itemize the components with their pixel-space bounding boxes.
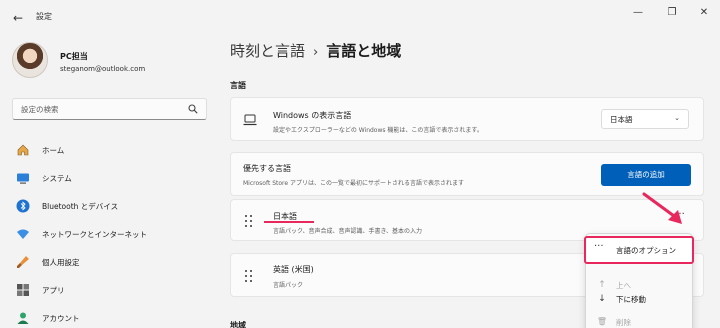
annotation-underline	[264, 221, 314, 223]
preferred-languages-title: 優先する言語	[243, 164, 291, 173]
sidebar-item-bluetooth[interactable]: Bluetooth とデバイス	[14, 197, 214, 217]
display-language-dropdown[interactable]: 日本語 ⌄	[601, 109, 689, 129]
apps-icon	[17, 284, 29, 296]
section-heading-region: 地域	[230, 321, 246, 328]
home-icon	[17, 144, 29, 156]
add-language-button[interactable]: 言語の追加	[601, 164, 691, 186]
sidebar-item-personalization[interactable]: 個人用設定	[14, 253, 214, 273]
app-title: 設定	[36, 12, 52, 21]
drag-handle-icon[interactable]	[245, 270, 253, 282]
arrow-down-icon: ↓	[598, 294, 606, 304]
search-placeholder: 設定の検索	[21, 105, 59, 114]
display-language-title: Windows の表示言語	[273, 111, 352, 120]
monitor-icon	[17, 173, 29, 184]
search-input[interactable]: 設定の検索	[12, 98, 207, 120]
preferred-languages-subtitle: Microsoft Store アプリは、この一覧で最初にサポートされる言語で表…	[243, 180, 464, 187]
profile-name: PC担当	[60, 52, 88, 61]
breadcrumb-separator: ›	[313, 45, 319, 60]
wifi-icon	[17, 229, 29, 239]
dropdown-value: 日本語	[610, 115, 633, 124]
annotation-arrow-icon	[642, 192, 682, 224]
menu-item-move-down[interactable]: ↓ 下に移動	[586, 288, 692, 310]
sidebar-item-label: システム	[42, 174, 72, 183]
title-bar: ← 設定 — ❐ ✕	[0, 0, 720, 36]
menu-item-label: 下に移動	[616, 295, 646, 304]
profile-email: steganom@outlook.com	[60, 65, 146, 73]
sidebar-item-label: Bluetooth とデバイス	[42, 202, 119, 211]
menu-item-label: 削除	[616, 318, 631, 327]
sidebar-item-label: ホーム	[42, 146, 65, 155]
sidebar-item-label: アプリ	[42, 286, 65, 295]
language-features: 言語パック	[273, 282, 304, 289]
brush-icon	[17, 256, 29, 268]
preferred-languages-card: 優先する言語 Microsoft Store アプリは、この一覧で最初にサポート…	[230, 152, 704, 196]
menu-item-language-options[interactable]: ··· 言語のオプション	[584, 236, 694, 264]
language-features: 言語パック、音声合成、音声認識、手書き、基本の入力	[273, 228, 423, 235]
maximize-button[interactable]: ❐	[662, 6, 682, 20]
display-language-card: Windows の表示言語 設定やエクスプローラーなどの Windows 機能は…	[230, 97, 704, 141]
display-language-subtitle: 設定やエクスプローラーなどの Windows 機能は、この言語で表示されます。	[273, 127, 483, 134]
search-icon	[188, 104, 198, 114]
avatar	[12, 42, 48, 78]
sidebar-item-system[interactable]: システム	[14, 169, 214, 189]
back-arrow-icon[interactable]: ←	[10, 10, 26, 26]
sidebar-item-apps[interactable]: アプリ	[14, 281, 214, 301]
sidebar-item-home[interactable]: ホーム	[14, 141, 214, 161]
sidebar-item-label: ネットワークとインターネット	[42, 230, 147, 239]
sidebar-item-label: 個人用設定	[42, 258, 80, 267]
close-button[interactable]: ✕	[694, 6, 714, 20]
bluetooth-icon	[16, 199, 30, 213]
sidebar-item-accounts[interactable]: アカウント	[14, 309, 214, 328]
menu-item-label: 言語のオプション	[616, 246, 676, 255]
section-heading-language: 言語	[230, 81, 246, 90]
more-icon: ···	[594, 241, 604, 252]
page-title: 言語と地域	[326, 42, 402, 60]
menu-item-remove[interactable]: 🗑 削除	[586, 311, 692, 328]
language-name: 英語 (米国)	[273, 265, 314, 274]
breadcrumb: 時刻と言語 › 言語と地域	[230, 40, 401, 61]
minimize-button[interactable]: —	[628, 6, 648, 20]
laptop-icon	[243, 114, 257, 126]
account-icon	[17, 312, 29, 324]
sidebar-item-network[interactable]: ネットワークとインターネット	[14, 225, 214, 245]
trash-icon: 🗑	[596, 317, 608, 326]
breadcrumb-parent[interactable]: 時刻と言語	[230, 42, 305, 60]
sidebar-item-label: アカウント	[42, 314, 80, 323]
chevron-down-icon: ⌄	[674, 114, 680, 122]
drag-handle-icon[interactable]	[245, 215, 253, 227]
